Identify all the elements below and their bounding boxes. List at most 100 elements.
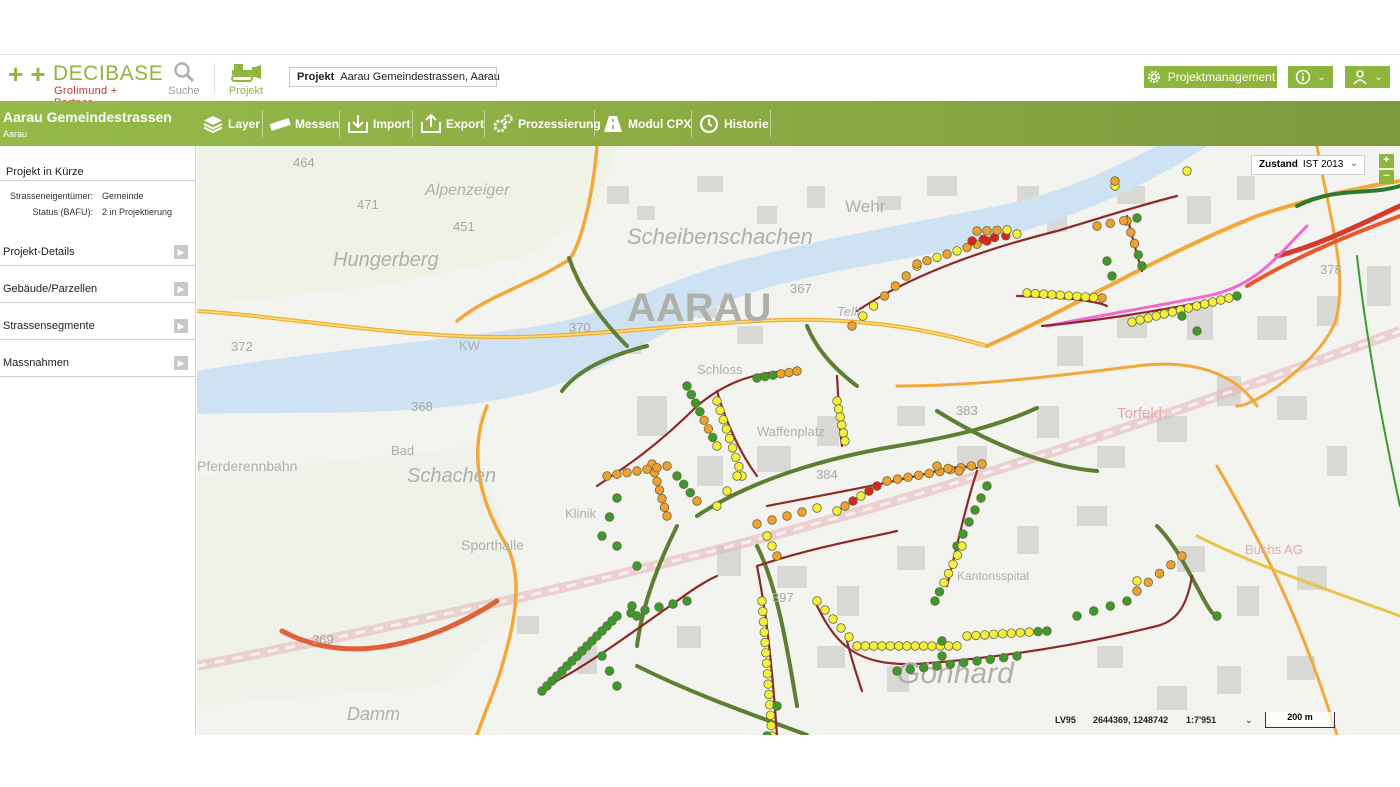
condition-marker[interactable] bbox=[877, 641, 887, 651]
condition-marker[interactable] bbox=[679, 479, 689, 490]
condition-marker[interactable] bbox=[902, 641, 912, 651]
section-gebaeude-parzellen[interactable]: Gebäude/Parzellen ▶ bbox=[0, 282, 195, 303]
condition-marker[interactable] bbox=[1002, 225, 1012, 235]
condition-marker[interactable] bbox=[712, 396, 722, 406]
condition-marker[interactable] bbox=[927, 641, 937, 651]
section-projekt-details[interactable]: Projekt-Details ▶ bbox=[0, 245, 195, 266]
condition-marker[interactable] bbox=[1030, 288, 1041, 299]
condition-marker[interactable] bbox=[1159, 309, 1170, 319]
condition-marker[interactable] bbox=[662, 461, 672, 471]
condition-marker[interactable] bbox=[712, 501, 722, 511]
condition-marker[interactable] bbox=[722, 486, 732, 496]
condition-marker[interactable] bbox=[627, 601, 637, 611]
condition-marker[interactable] bbox=[758, 617, 769, 627]
condition-marker[interactable] bbox=[812, 596, 822, 606]
condition-marker[interactable] bbox=[976, 493, 986, 503]
condition-marker[interactable] bbox=[840, 501, 850, 511]
condition-marker[interactable] bbox=[1039, 289, 1049, 299]
condition-marker[interactable] bbox=[844, 632, 854, 642]
condition-marker[interactable] bbox=[982, 481, 992, 491]
condition-marker[interactable] bbox=[797, 507, 807, 517]
condition-marker[interactable] bbox=[869, 301, 879, 311]
condition-marker[interactable] bbox=[1089, 606, 1099, 616]
condition-marker[interactable] bbox=[905, 664, 916, 675]
condition-marker[interactable] bbox=[757, 596, 767, 606]
condition-marker[interactable] bbox=[934, 587, 945, 597]
condition-marker[interactable] bbox=[612, 493, 622, 503]
condition-marker[interactable] bbox=[972, 656, 982, 666]
condition-marker[interactable] bbox=[1132, 213, 1142, 223]
condition-marker[interactable] bbox=[1135, 315, 1145, 325]
condition-marker[interactable] bbox=[1042, 626, 1052, 636]
condition-marker[interactable] bbox=[1012, 229, 1022, 239]
condition-marker[interactable] bbox=[767, 515, 777, 525]
condition-marker[interactable] bbox=[767, 541, 777, 551]
condition-marker[interactable] bbox=[685, 488, 696, 498]
section-strassensegmente[interactable]: Strassensegmente ▶ bbox=[0, 319, 195, 340]
user-menu-button[interactable]: ⌄ bbox=[1345, 66, 1390, 88]
condition-marker[interactable] bbox=[1024, 627, 1034, 637]
condition-marker[interactable] bbox=[772, 551, 782, 561]
tool-prozessierung[interactable]: Prozessierung bbox=[486, 101, 601, 146]
condition-marker[interactable] bbox=[912, 259, 922, 269]
condition-marker[interactable] bbox=[832, 396, 842, 406]
zoom-in-button[interactable]: + bbox=[1379, 154, 1394, 168]
condition-marker[interactable] bbox=[958, 529, 968, 539]
condition-marker[interactable] bbox=[977, 459, 987, 469]
condition-marker[interactable] bbox=[1055, 290, 1066, 300]
condition-marker[interactable] bbox=[957, 541, 967, 551]
condition-marker[interactable] bbox=[856, 491, 866, 501]
condition-marker[interactable] bbox=[758, 606, 768, 617]
condition-marker[interactable] bbox=[1177, 311, 1187, 321]
condition-marker[interactable] bbox=[734, 461, 744, 472]
condition-marker[interactable] bbox=[924, 468, 934, 479]
condition-marker[interactable] bbox=[703, 424, 714, 434]
condition-marker[interactable] bbox=[1151, 311, 1161, 321]
condition-marker[interactable] bbox=[952, 246, 962, 256]
condition-marker[interactable] bbox=[939, 578, 949, 588]
condition-marker[interactable] bbox=[882, 476, 892, 486]
condition-marker[interactable] bbox=[972, 226, 982, 236]
condition-marker[interactable] bbox=[672, 471, 682, 481]
condition-marker[interactable] bbox=[1119, 215, 1129, 226]
condition-marker[interactable] bbox=[892, 474, 903, 484]
condition-marker[interactable] bbox=[763, 679, 773, 689]
condition-marker[interactable] bbox=[943, 568, 954, 579]
condition-marker[interactable] bbox=[1097, 293, 1107, 303]
condition-marker[interactable] bbox=[772, 701, 782, 711]
condition-marker[interactable] bbox=[980, 630, 990, 640]
condition-marker[interactable] bbox=[942, 249, 952, 259]
condition-marker[interactable] bbox=[982, 225, 992, 236]
condition-marker[interactable] bbox=[622, 468, 632, 478]
condition-marker[interactable] bbox=[837, 420, 847, 430]
condition-marker[interactable] bbox=[1143, 313, 1153, 323]
condition-marker[interactable] bbox=[604, 666, 615, 676]
condition-marker[interactable] bbox=[690, 398, 701, 408]
condition-marker[interactable] bbox=[1127, 317, 1137, 327]
condition-marker[interactable] bbox=[836, 623, 846, 633]
zoom-out-button[interactable]: − bbox=[1379, 170, 1394, 184]
condition-marker[interactable] bbox=[1132, 586, 1142, 596]
condition-marker[interactable] bbox=[640, 605, 650, 615]
tool-modul-cpx[interactable]: Modul CPX bbox=[596, 101, 691, 146]
tool-export[interactable]: Export bbox=[414, 101, 484, 146]
condition-marker[interactable] bbox=[708, 432, 718, 443]
condition-marker[interactable] bbox=[892, 666, 902, 676]
condition-marker[interactable] bbox=[768, 370, 778, 380]
condition-marker[interactable] bbox=[1143, 577, 1154, 588]
condition-marker[interactable] bbox=[922, 255, 932, 266]
condition-marker[interactable] bbox=[952, 641, 962, 651]
state-select[interactable]: Zustand IST 2013 ⌄ bbox=[1251, 155, 1365, 175]
condition-marker[interactable] bbox=[1132, 576, 1142, 586]
condition-marker[interactable] bbox=[1129, 238, 1140, 249]
condition-marker[interactable] bbox=[1191, 301, 1202, 311]
condition-marker[interactable] bbox=[1105, 218, 1116, 229]
condition-marker[interactable] bbox=[668, 599, 678, 609]
condition-marker[interactable] bbox=[692, 496, 702, 506]
condition-marker[interactable] bbox=[952, 550, 963, 560]
condition-marker[interactable] bbox=[890, 281, 901, 291]
condition-marker[interactable] bbox=[764, 689, 774, 700]
condition-marker[interactable] bbox=[752, 373, 762, 383]
condition-marker[interactable] bbox=[1105, 601, 1116, 611]
condition-marker[interactable] bbox=[1192, 326, 1202, 336]
